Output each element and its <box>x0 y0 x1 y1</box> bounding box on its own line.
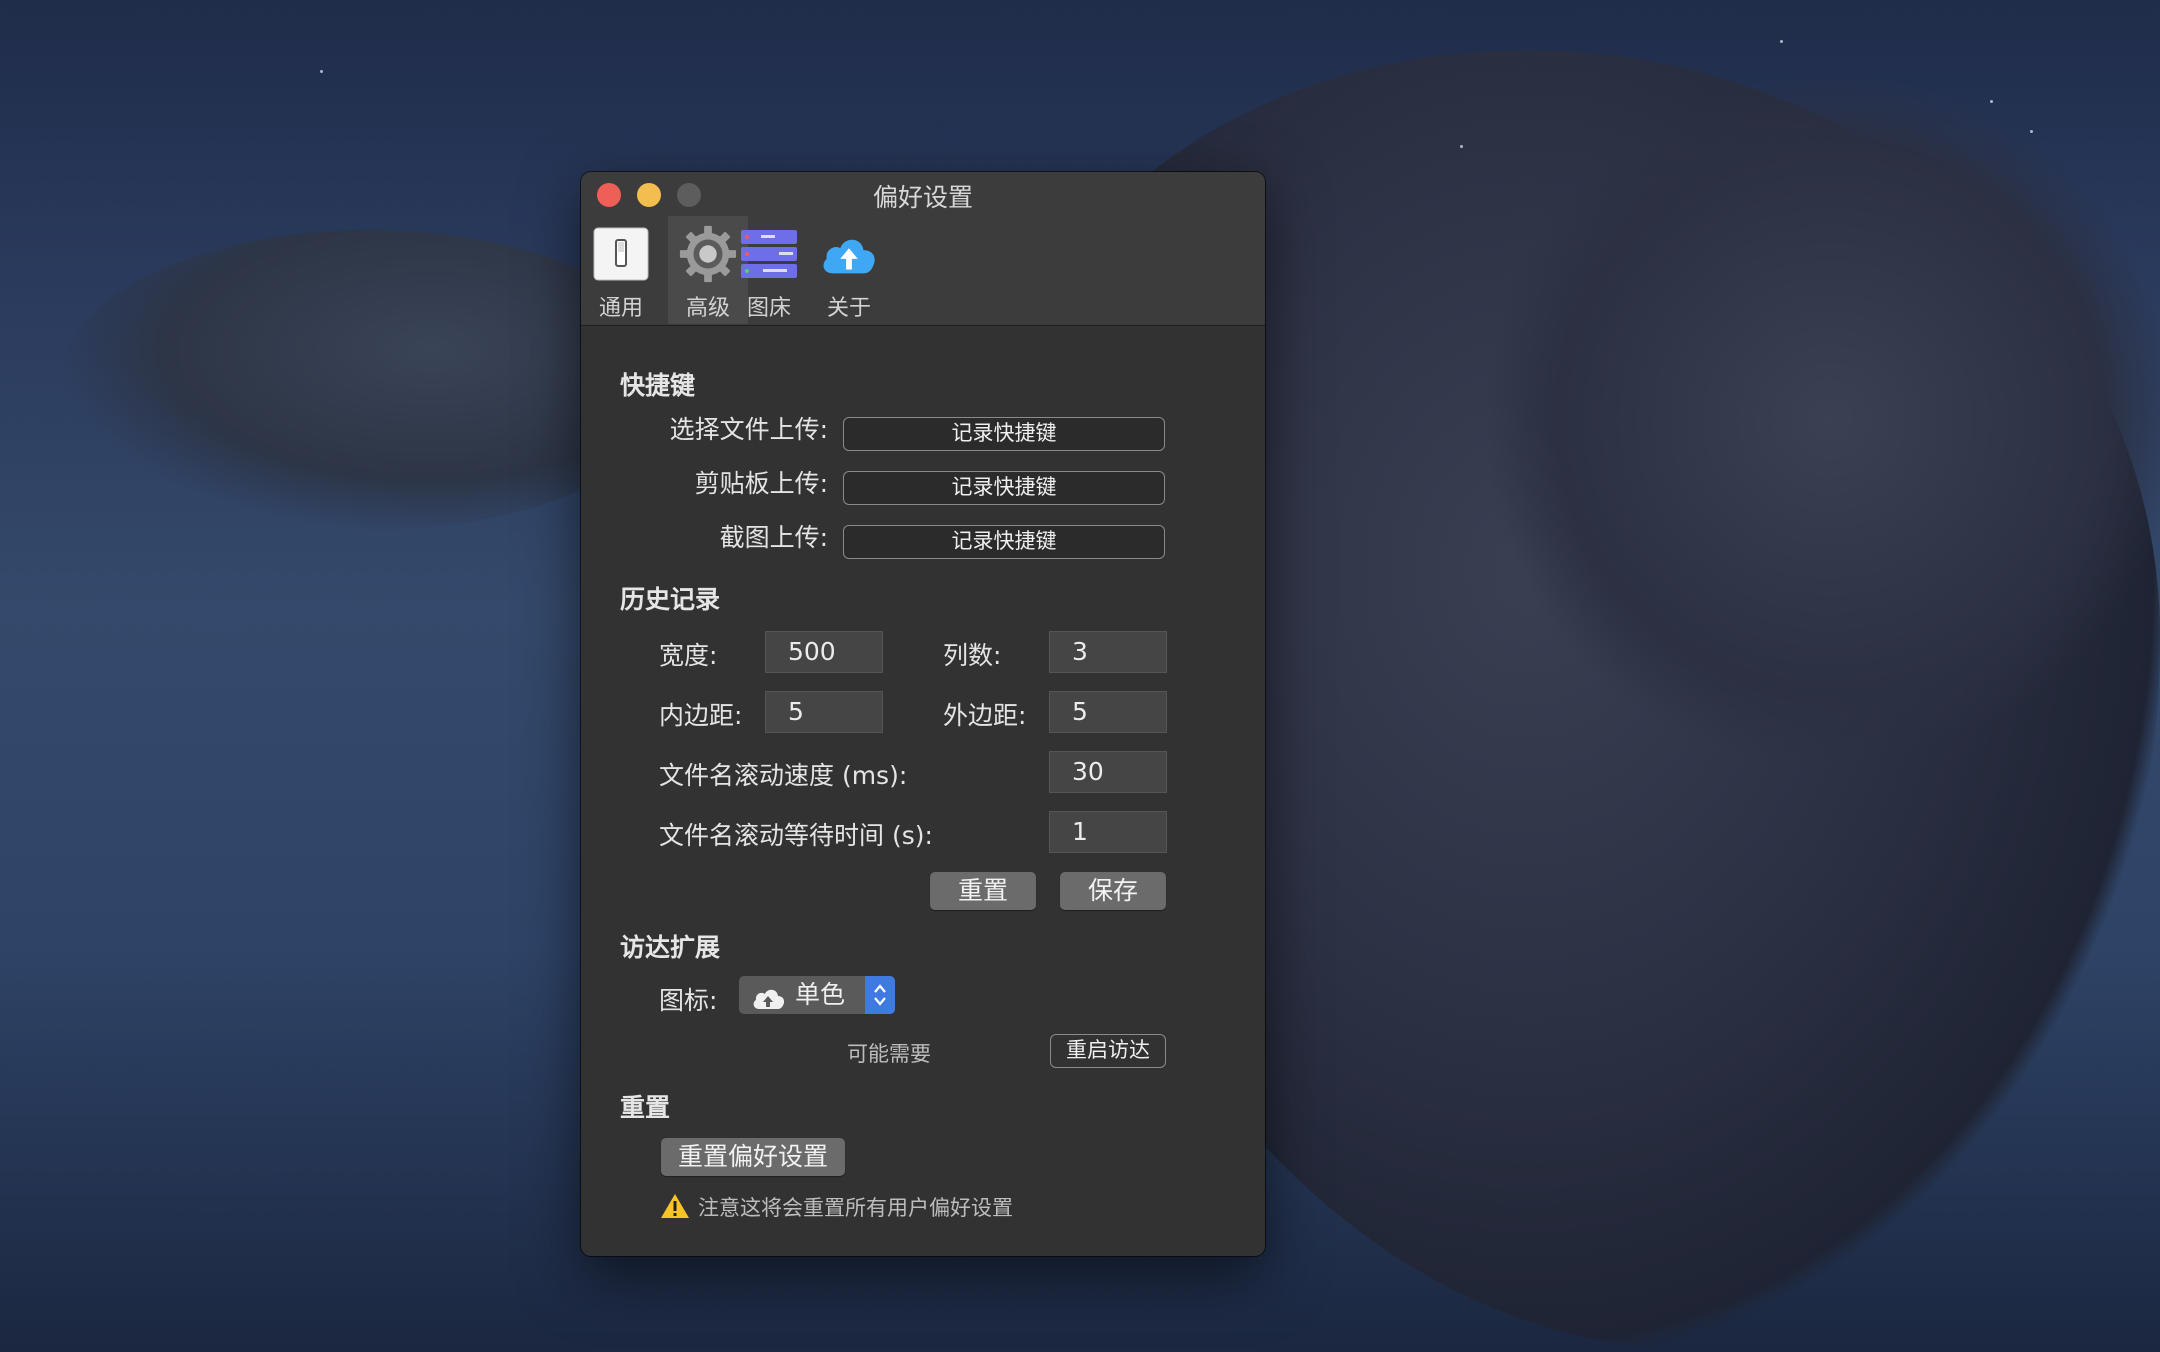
record-shortcut-clipboard-button[interactable]: 记录快捷键 <box>843 471 1165 505</box>
width-label: 宽度: <box>659 641 718 670</box>
icon-style-value: 单色 <box>795 980 846 1009</box>
screenshot-upload-label: 截图上传: <box>719 523 828 552</box>
scroll-wait-field[interactable]: 1 <box>1049 811 1167 853</box>
history-reset-button[interactable]: 重置 <box>930 872 1036 910</box>
history-heading: 历史记录 <box>620 585 721 614</box>
server-icon <box>739 224 799 284</box>
title-bar: 偏好设置 通用 高级 图床 关于 <box>581 172 1265 326</box>
tab-about-label: 关于 <box>826 296 871 321</box>
window-title: 偏好设置 <box>872 183 973 212</box>
record-shortcut-select-file-button[interactable]: 记录快捷键 <box>843 417 1165 451</box>
switch-icon <box>591 224 651 284</box>
select-file-upload-label: 选择文件上传: <box>669 415 828 444</box>
wallpaper-island-peak <box>1480 70 2160 770</box>
scroll-speed-label: 文件名滚动速度 (ms): <box>659 761 908 790</box>
star <box>1780 40 1783 43</box>
tab-general-label: 通用 <box>598 296 643 321</box>
cloud-icon <box>751 984 785 1022</box>
scroll-speed-field[interactable]: 30 <box>1049 751 1167 793</box>
finder-extension-heading: 访达扩展 <box>620 933 721 962</box>
cloud-upload-icon <box>819 224 879 284</box>
advanced-pane: 快捷键 选择文件上传: 记录快捷键 剪贴板上传: 记录快捷键 截图上传: 记录快… <box>581 326 1265 1256</box>
inner-padding-label: 内边距: <box>659 701 743 730</box>
shortcuts-heading: 快捷键 <box>620 371 696 400</box>
preferences-window: 偏好设置 通用 高级 图床 关于 快捷键 选择文件上传: 记录快捷键 剪贴板上传… <box>581 172 1265 1256</box>
tab-image-host[interactable]: 图床 <box>729 216 809 324</box>
inner-padding-field[interactable]: 5 <box>765 691 883 733</box>
history-save-button[interactable]: 保存 <box>1060 872 1166 910</box>
reset-preferences-button[interactable]: 重置偏好设置 <box>661 1138 845 1176</box>
star <box>1460 145 1463 148</box>
tab-general[interactable]: 通用 <box>581 216 661 324</box>
outer-padding-field[interactable]: 5 <box>1049 691 1167 733</box>
columns-label: 列数: <box>943 641 1002 670</box>
reset-warning-text: 注意这将会重置所有用户偏好设置 <box>698 1196 1013 1220</box>
icon-label: 图标: <box>659 986 718 1015</box>
star <box>320 70 323 73</box>
tab-advanced-label: 高级 <box>685 296 730 321</box>
restart-finder-button[interactable]: 重启访达 <box>1050 1034 1166 1068</box>
star <box>1990 100 1993 103</box>
tab-about[interactable]: 关于 <box>809 216 889 324</box>
warning-icon <box>660 1193 690 1223</box>
tab-image-host-label: 图床 <box>746 296 791 321</box>
record-shortcut-screenshot-button[interactable]: 记录快捷键 <box>843 525 1165 559</box>
scroll-wait-label: 文件名滚动等待时间 (s): <box>659 821 933 850</box>
chevron-updown-icon <box>865 976 895 1014</box>
clipboard-upload-label: 剪贴板上传: <box>694 469 828 498</box>
star <box>2030 130 2033 133</box>
icon-style-select[interactable]: 单色 <box>739 976 895 1014</box>
columns-field[interactable]: 3 <box>1049 631 1167 673</box>
width-field[interactable]: 500 <box>765 631 883 673</box>
reset-heading: 重置 <box>620 1093 671 1122</box>
may-need-hint: 可能需要 <box>847 1042 931 1066</box>
outer-padding-label: 外边距: <box>943 701 1027 730</box>
